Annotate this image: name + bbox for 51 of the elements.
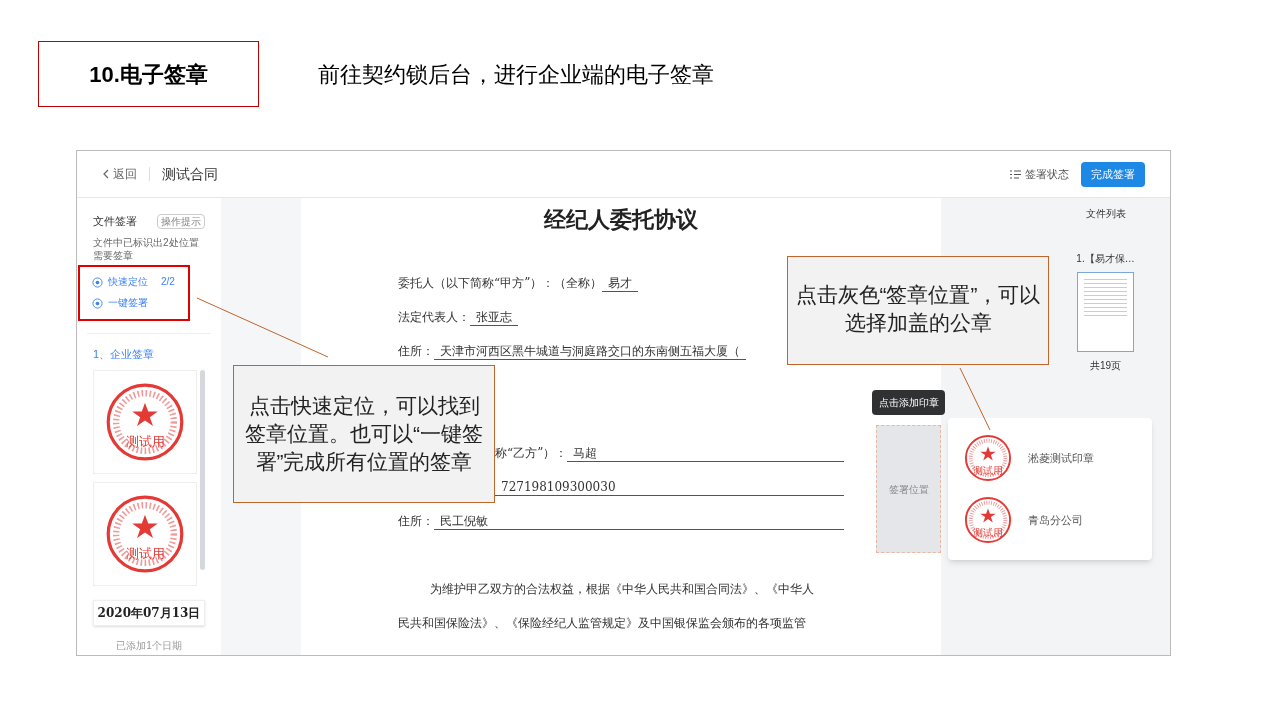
field-value: 张亚志	[470, 308, 518, 326]
seal-drawing	[964, 496, 1012, 544]
field-value: 马超	[567, 444, 844, 462]
leader-line	[959, 367, 991, 431]
sign-status-button[interactable]: 签署状态	[1010, 165, 1069, 183]
slide-title: 10.电子签章	[38, 41, 259, 107]
seal-text: 测试用	[972, 466, 1004, 476]
field-label: 委托人（以下简称“甲方”）：（全称）	[398, 275, 603, 292]
seal-option[interactable]: 测试用 淞菱测试印章	[964, 434, 1136, 482]
sidebar-title: 文件签署	[93, 214, 137, 229]
seal-text: 测试用	[972, 528, 1004, 538]
page-count: 共19页	[1089, 359, 1122, 373]
field-label: 住所：	[398, 343, 434, 360]
finish-sign-button[interactable]: 完成签署	[1081, 161, 1145, 187]
slide-subtitle: 前往契约锁后台，进行企业端的电子签章	[318, 60, 714, 89]
hint-tag[interactable]: 操作提示	[157, 213, 205, 229]
sidebar-action[interactable]: 一键签署	[92, 297, 176, 309]
back-button[interactable]: 返回	[102, 165, 137, 183]
tooltip: 点击添加印章	[872, 390, 945, 415]
seal-card[interactable]: 测试用	[93, 482, 197, 586]
date-note: 已添加1个日期	[115, 639, 183, 653]
paragraph-line: 民共和国保险法》、《保险经纪人监管规定》及中国银保监会颁布的各项监管	[398, 615, 807, 632]
field-value: 民工倪敏	[434, 512, 844, 530]
field-value: 天津市河西区黑牛城道与洞庭路交口的东南侧五福大厦（	[434, 342, 746, 360]
section-title: 1、企业签章	[92, 346, 156, 362]
page-thumbnail[interactable]	[1077, 272, 1134, 352]
date-field[interactable]: 2020年07月13日	[93, 600, 205, 626]
sidebar-notice: 文件中已标识出2处位置需要签章	[92, 235, 200, 262]
seal-text: 测试用	[124, 435, 166, 448]
file-name[interactable]: 1.【易才保…	[1076, 251, 1135, 266]
callout: 点击灰色“签章位置”，可以选择加盖的公章	[787, 256, 1049, 365]
seal-card[interactable]: 测试用	[93, 370, 197, 474]
field-value: 727198109300030	[495, 478, 844, 496]
field-label: 法定代表人：	[398, 309, 470, 326]
list-icon	[1010, 169, 1021, 179]
target-icon	[92, 276, 103, 288]
target-icon	[92, 297, 103, 309]
file-list-title: 文件列表	[1085, 207, 1126, 221]
field-label: 称“乙方”）：	[495, 445, 568, 462]
callout: 点击快速定位，可以找到签章位置。也可以“一键签署”完成所有位置的签章	[233, 365, 495, 503]
document-title: 经纪人委托协议	[544, 205, 698, 234]
signature-slot[interactable]: 签署位置	[876, 425, 941, 553]
seal-text: 测试用	[124, 547, 166, 560]
field-value: 易才	[602, 274, 639, 292]
chevron-left-icon	[102, 169, 109, 179]
paragraph-line: 为维护甲乙双方的合法权益，根据《中华人民共和国合同法》、《中华人	[429, 581, 815, 598]
seal-option[interactable]: 测试用 青岛分公司	[964, 496, 1136, 544]
seal-drawing	[964, 434, 1012, 482]
contract-title: 测试合同	[162, 164, 218, 184]
field-label: 住所：	[398, 513, 434, 530]
sidebar-action[interactable]: 快速定位 2/2	[92, 276, 176, 288]
